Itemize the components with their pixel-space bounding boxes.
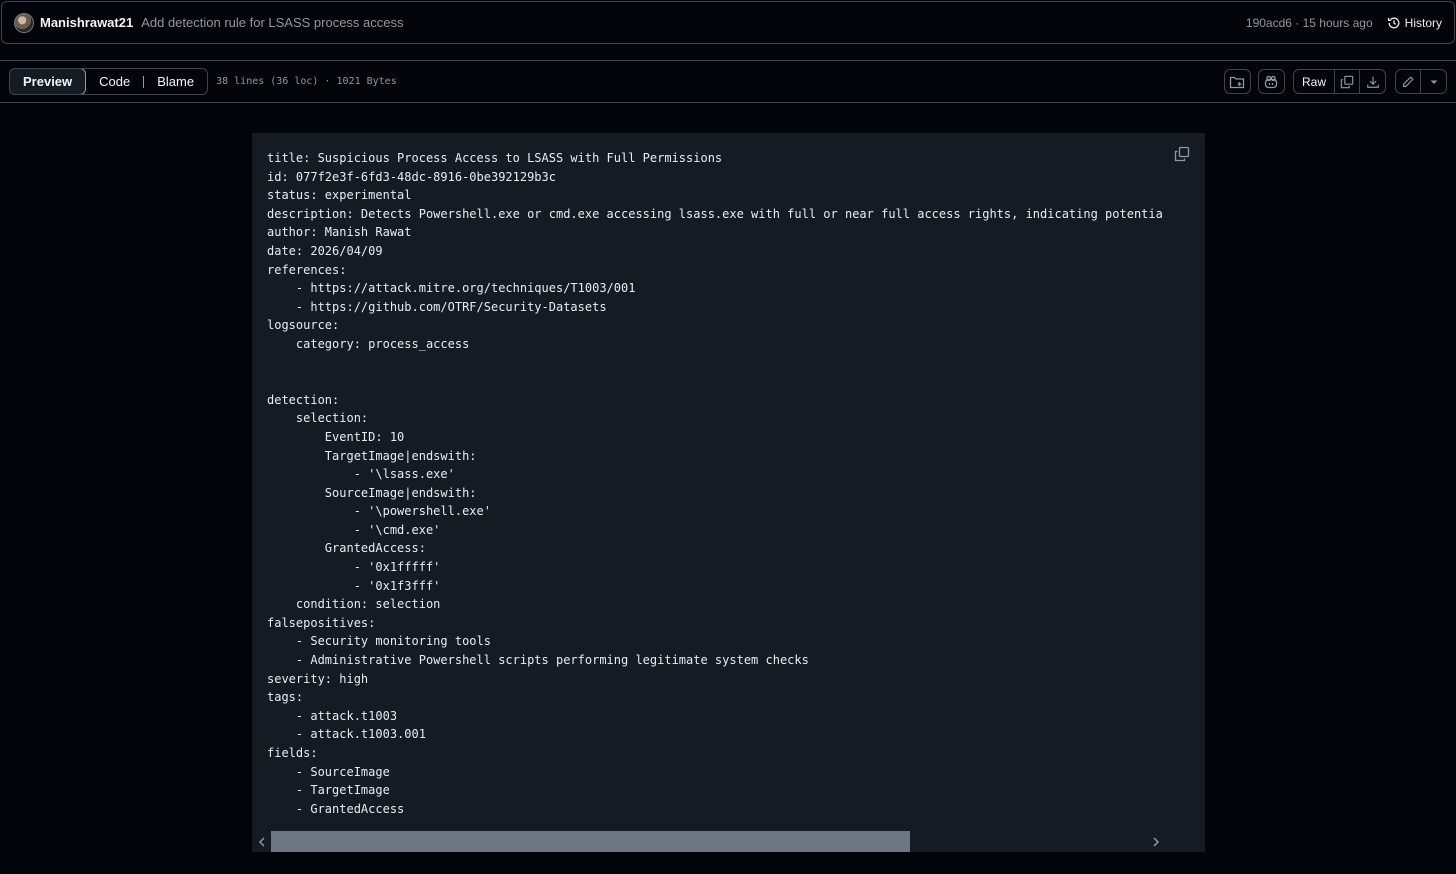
- latest-commit-bar: Manishrawat21 Add detection rule for LSA…: [1, 1, 1455, 44]
- commit-sha-and-time[interactable]: 190acd6 · 15 hours ago: [1246, 16, 1373, 30]
- file-header: Preview Code Blame 38 lines (36 loc) · 1…: [0, 60, 1456, 103]
- code-line: EventID: 10: [267, 429, 405, 444]
- code-line: - '\lsass.exe': [267, 467, 455, 482]
- code-line: TargetImage|endswith:: [267, 448, 477, 463]
- copy-raw-button[interactable]: [1335, 70, 1360, 93]
- download-icon: [1366, 76, 1379, 88]
- history-button[interactable]: History: [1387, 16, 1442, 30]
- horizontal-scrollbar[interactable]: [252, 831, 1205, 852]
- scroll-left-arrow[interactable]: [252, 831, 271, 852]
- code-line: - Administrative Powershell scripts perf…: [267, 653, 809, 668]
- scrollbar-thumb[interactable]: [271, 831, 910, 852]
- code-content: title: Suspicious Process Access to LSAS…: [267, 149, 1163, 818]
- scroll-right-arrow[interactable]: [1146, 831, 1165, 852]
- code-preview-block: title: Suspicious Process Access to LSAS…: [252, 133, 1205, 852]
- edit-file-button[interactable]: [1396, 70, 1421, 93]
- code-line: references:: [267, 262, 347, 277]
- pencil-icon: [1403, 75, 1414, 87]
- commit-message-link[interactable]: Add detection rule for LSASS process acc…: [141, 15, 403, 30]
- code-line: SourceImage|endswith:: [267, 485, 477, 500]
- code-line: - SourceImage: [267, 764, 390, 779]
- chevron-right-icon: [1152, 836, 1159, 847]
- code-line: description: Detects Powershell.exe or c…: [267, 206, 1163, 221]
- copy-icon: [1340, 75, 1354, 88]
- code-line: falsepositives:: [267, 615, 376, 630]
- code-line: fields:: [267, 746, 318, 760]
- history-label: History: [1404, 15, 1442, 30]
- view-mode-toggle: Preview Code Blame: [9, 68, 209, 95]
- code-line: date: 2026/04/09: [267, 243, 383, 258]
- code-line: - '\powershell.exe': [267, 504, 491, 519]
- file-line-info: 38 lines (36 loc) · 1021 Bytes: [216, 76, 397, 87]
- triangle-down-icon: [1430, 80, 1437, 84]
- code-line: - GrantedAccess: [267, 801, 405, 816]
- code-line: author: Manish Rawat: [267, 225, 412, 240]
- code-line: id: 077f2e3f-6fd3-48dc-8916-0be392129b3c: [267, 169, 556, 184]
- copilot-button[interactable]: [1257, 69, 1285, 94]
- code-line: status: experimental: [267, 188, 412, 203]
- copy-icon: [1174, 146, 1190, 162]
- code-line: selection:: [267, 411, 369, 426]
- code-line: - attack.t1003: [267, 708, 398, 723]
- code-line: - '0x1f3fff': [267, 578, 441, 593]
- code-line: - '0x1fffff': [267, 560, 441, 575]
- author-avatar[interactable]: [14, 12, 34, 33]
- history-icon: [1387, 17, 1400, 28]
- code-line: logsource:: [267, 318, 340, 333]
- code-line: category: process_access: [267, 336, 470, 351]
- copy-code-button[interactable]: [1173, 145, 1191, 163]
- download-button[interactable]: [1360, 70, 1385, 93]
- code-line: - Security monitoring tools: [267, 634, 491, 649]
- code-line: - '\cmd.exe': [267, 522, 441, 537]
- more-edit-options-button[interactable]: [1421, 70, 1446, 93]
- edit-actions-group: [1395, 69, 1447, 94]
- tab-preview[interactable]: Preview: [10, 69, 87, 94]
- copilot-icon: [1265, 75, 1278, 88]
- code-line: - attack.t1003.001: [267, 727, 426, 742]
- code-line: detection:: [267, 392, 340, 407]
- code-line: GrantedAccess:: [267, 541, 426, 556]
- code-line: - https://github.com/OTRF/Security-Datas…: [267, 299, 607, 314]
- code-line: - https://attack.mitre.org/techniques/T1…: [267, 281, 636, 296]
- raw-button[interactable]: Raw: [1294, 70, 1335, 93]
- raw-actions-group: Raw: [1292, 69, 1386, 94]
- add-file-button[interactable]: [1223, 69, 1251, 94]
- code-line: condition: selection: [267, 597, 441, 612]
- tab-blame[interactable]: Blame: [144, 69, 207, 94]
- code-line: title: Suspicious Process Access to LSAS…: [267, 151, 723, 165]
- file-directory-add-icon: [1230, 76, 1245, 88]
- tab-code[interactable]: Code: [86, 69, 143, 94]
- code-line: severity: high: [267, 671, 369, 686]
- code-line: - TargetImage: [267, 783, 390, 798]
- commit-author-link[interactable]: Manishrawat21: [40, 15, 133, 30]
- code-line: tags:: [267, 690, 304, 705]
- file-actions: Raw: [1223, 69, 1447, 94]
- chevron-left-icon: [258, 836, 265, 847]
